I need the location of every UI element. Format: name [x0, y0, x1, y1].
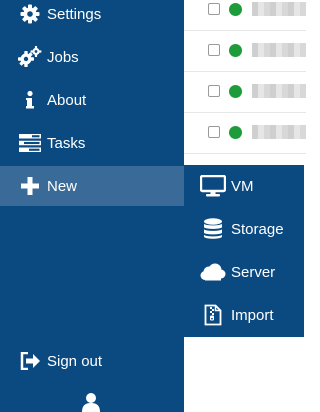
database-icon	[200, 216, 226, 242]
sidebar-item-tasks[interactable]: Tasks	[0, 123, 184, 163]
file-archive-icon	[200, 302, 226, 328]
menu-item-label: Server	[231, 263, 276, 281]
menu-item-server[interactable]: Server	[184, 252, 304, 292]
sign-out-label: Sign out	[47, 352, 103, 370]
row-checkbox[interactable]	[208, 126, 220, 138]
gears-icon	[18, 45, 42, 69]
vm-name-redacted[interactable]	[252, 43, 306, 57]
row-checkbox[interactable]	[208, 44, 220, 56]
sidebar-item-about[interactable]: About	[0, 80, 184, 120]
sidebar-item-label: New	[47, 177, 78, 195]
row-checkbox[interactable]	[208, 85, 220, 97]
status-running-indicator	[229, 85, 242, 98]
sidebar-item-settings[interactable]: Settings	[0, 0, 184, 34]
user-icon[interactable]	[80, 392, 102, 412]
sidebar-item-new[interactable]: New	[0, 166, 184, 206]
vm-name-redacted[interactable]	[252, 125, 306, 139]
sidebar-item-label: Tasks	[47, 134, 86, 152]
vm-row[interactable]	[184, 72, 306, 113]
menu-item-vm[interactable]: VM	[184, 166, 304, 206]
vm-name-redacted[interactable]	[252, 2, 306, 16]
gear-icon	[18, 2, 42, 26]
sidebar-item-jobs[interactable]: Jobs	[0, 37, 184, 77]
menu-item-import[interactable]: Import	[184, 295, 304, 335]
row-checkbox[interactable]	[208, 3, 220, 15]
menu-item-label: VM	[231, 177, 254, 195]
tasks-icon	[18, 131, 42, 155]
vm-row[interactable]	[184, 113, 306, 154]
sign-out-icon	[18, 349, 42, 373]
menu-item-storage[interactable]: Storage	[184, 209, 304, 249]
info-icon	[18, 88, 42, 112]
plus-icon	[18, 174, 42, 198]
sidebar-item-label: Jobs	[47, 48, 79, 66]
vm-name-redacted[interactable]	[252, 84, 306, 98]
vm-row[interactable]	[184, 0, 306, 31]
new-submenu: VM Storage Server Import	[184, 165, 304, 337]
status-running-indicator	[229, 44, 242, 57]
desktop-icon	[200, 173, 226, 199]
sidebar: Settings Jobs About Tasks New Sign out	[0, 0, 184, 412]
sidebar-item-label: About	[47, 91, 87, 109]
cloud-icon	[200, 259, 226, 285]
menu-item-label: Storage	[231, 220, 284, 238]
status-running-indicator	[229, 3, 242, 16]
vm-row[interactable]	[184, 31, 306, 72]
status-running-indicator	[229, 126, 242, 139]
sign-out-button[interactable]: Sign out	[0, 341, 184, 381]
menu-item-label: Import	[231, 306, 274, 324]
sidebar-item-label: Settings	[47, 5, 102, 23]
